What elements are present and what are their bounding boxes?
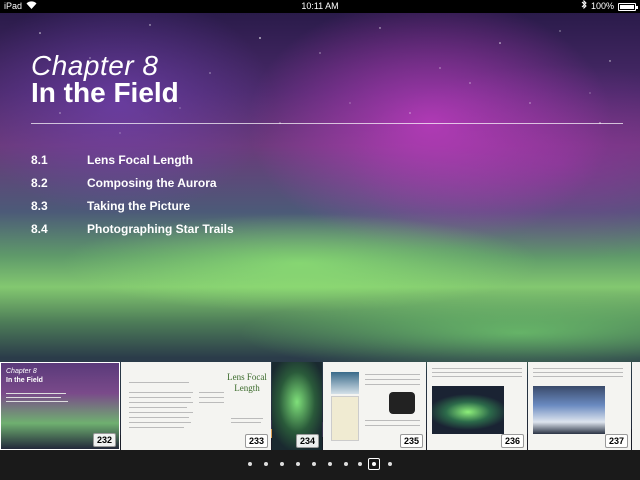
page-number: 232 xyxy=(92,433,116,447)
thumb-text-line xyxy=(533,376,623,377)
thumb-photo xyxy=(432,386,504,434)
thumb-text-line xyxy=(6,401,68,402)
page-number: 234 xyxy=(295,434,319,448)
battery-fill xyxy=(620,4,634,9)
toc-number: 8.4 xyxy=(31,222,48,236)
toc-label: Lens Focal Length xyxy=(87,153,194,167)
title-divider xyxy=(31,123,623,124)
page-number: 235 xyxy=(399,434,423,448)
toc-item-8-2[interactable]: 8.2 Composing the Aurora xyxy=(31,176,431,199)
page-dot[interactable] xyxy=(248,462,252,466)
page-indicator xyxy=(0,450,640,480)
thumb-chapter-label: Chapter 8 xyxy=(6,368,37,375)
thumb-text-line xyxy=(533,372,623,373)
toc-item-8-3[interactable]: 8.3 Taking the Picture xyxy=(31,199,431,222)
thumb-title-label: In the Field xyxy=(6,377,43,384)
page-thumbnail-strip: Chapter 8 In the Field 232 Lens Focal Le… xyxy=(0,362,640,450)
thumb-text-line xyxy=(432,372,522,373)
thumb-photo xyxy=(533,386,605,434)
table-of-contents: 8.1 Lens Focal Length 8.2 Composing the … xyxy=(31,153,431,245)
thumb-text-line xyxy=(129,407,187,408)
thumb-text-line xyxy=(129,412,193,413)
thumb-text-line xyxy=(129,402,193,403)
thumb-text-line xyxy=(365,384,420,385)
status-right: 100% xyxy=(581,0,638,13)
toc-label: Composing the Aurora xyxy=(87,176,217,190)
thumb-text-line xyxy=(231,422,261,423)
toc-label: Taking the Picture xyxy=(87,199,191,213)
thumb-text-line xyxy=(129,397,191,398)
status-time: 10:11 AM xyxy=(301,1,339,11)
page-number: 237 xyxy=(604,434,628,448)
thumb-text-line xyxy=(231,418,263,419)
page-dot[interactable] xyxy=(280,462,284,466)
chapter-title: In the Field xyxy=(31,77,179,108)
battery-icon xyxy=(618,2,638,11)
thumbnail-page-233[interactable]: Lens Focal Length 233 xyxy=(121,362,271,450)
thumbnail-page-235[interactable]: 235 xyxy=(323,362,426,450)
thumbnail-page-236[interactable]: 236 xyxy=(427,362,527,450)
thumb-text-line xyxy=(199,402,224,403)
thumb-text-line xyxy=(129,427,184,428)
thumb-text-line xyxy=(199,397,224,398)
thumb-text-line xyxy=(129,392,193,393)
thumb-text-line xyxy=(6,393,66,394)
page-dot[interactable] xyxy=(264,462,268,466)
thumb-sidebar-box xyxy=(331,396,359,441)
thumb-photo xyxy=(331,372,359,394)
thumb-text-line xyxy=(533,368,623,369)
thumbnail-page-234[interactable]: 234 xyxy=(272,362,322,450)
thumb-text-line xyxy=(365,374,420,375)
thumb-text-line xyxy=(365,379,420,380)
toc-number: 8.1 xyxy=(31,153,48,167)
page-number: 236 xyxy=(500,434,524,448)
page-dot[interactable] xyxy=(296,462,300,466)
page-dot[interactable] xyxy=(388,462,392,466)
thumb-text-line xyxy=(432,376,522,377)
thumb-text-line xyxy=(365,420,420,421)
battery-percent: 100% xyxy=(590,1,614,11)
thumb-text-line xyxy=(129,417,189,418)
thumbnail-page-237[interactable]: 237 xyxy=(528,362,631,450)
thumb-text-line xyxy=(365,425,420,426)
bluetooth-icon xyxy=(581,0,587,13)
page-dot[interactable] xyxy=(312,462,316,466)
lens-icon xyxy=(389,392,415,414)
thumb-text-line xyxy=(199,392,224,393)
thumb-text-line xyxy=(6,397,61,398)
thumbnail-page-232[interactable]: Chapter 8 In the Field 232 xyxy=(0,362,120,450)
thumbnail-page-next[interactable] xyxy=(632,362,640,450)
status-bar: iPad 10:11 AM 100% xyxy=(0,0,640,13)
toc-item-8-1[interactable]: 8.1 Lens Focal Length xyxy=(31,153,431,176)
page-dot-active[interactable] xyxy=(368,458,380,470)
page-dot[interactable] xyxy=(344,462,348,466)
page-dot[interactable] xyxy=(358,462,362,466)
toc-label: Photographing Star Trails xyxy=(87,222,234,236)
page-number: 233 xyxy=(244,434,268,448)
toc-number: 8.2 xyxy=(31,176,48,190)
thumb-text-line xyxy=(129,422,191,423)
thumb-text-line xyxy=(432,368,522,369)
page-dot[interactable] xyxy=(328,462,332,466)
thumb-heading: Lens Focal Length xyxy=(227,372,267,393)
toc-item-8-4[interactable]: 8.4 Photographing Star Trails xyxy=(31,222,431,245)
toc-number: 8.3 xyxy=(31,199,48,213)
thumb-text-line xyxy=(129,382,189,383)
